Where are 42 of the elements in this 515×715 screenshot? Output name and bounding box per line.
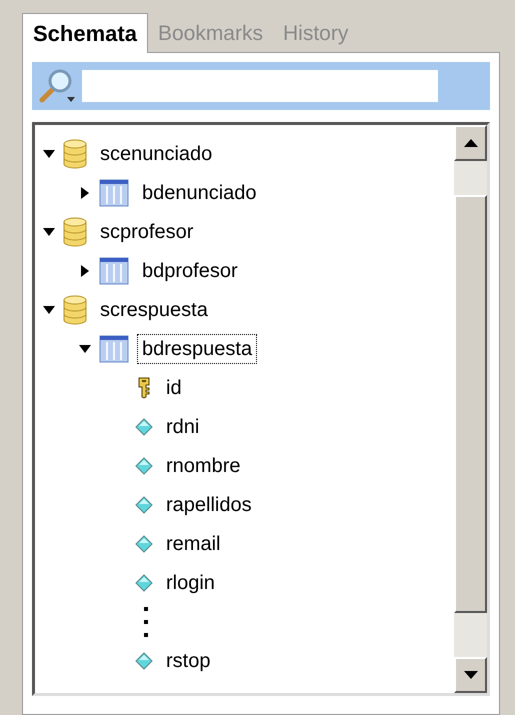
down-arrow-icon xyxy=(464,671,478,679)
expand-caret-icon[interactable] xyxy=(79,264,91,276)
table-icon xyxy=(99,256,129,286)
scroll-down-button[interactable] xyxy=(454,657,487,693)
up-arrow-icon xyxy=(464,139,478,147)
column-icon xyxy=(135,652,153,670)
tree-item[interactable]: rapellidos xyxy=(161,490,257,520)
table-icon xyxy=(99,334,129,364)
tree-item[interactable]: id xyxy=(161,372,187,402)
column-icon xyxy=(135,496,153,514)
table-icon xyxy=(99,178,129,208)
search-field[interactable] xyxy=(82,70,438,102)
tree-item[interactable]: screspuesta xyxy=(95,294,213,324)
key-icon xyxy=(137,376,151,398)
tree-item[interactable]: rstop xyxy=(161,646,216,676)
tree-item[interactable]: remail xyxy=(161,528,226,558)
tree-item[interactable]: rdni xyxy=(161,412,204,442)
column-icon xyxy=(135,534,153,552)
scroll-thumb[interactable] xyxy=(454,195,487,613)
database-icon xyxy=(63,294,87,324)
tree-item[interactable]: scenunciado xyxy=(95,138,218,168)
ellipsis-icon xyxy=(143,604,149,638)
expand-caret-icon[interactable] xyxy=(79,186,91,198)
database-icon xyxy=(63,216,87,246)
collapse-caret-icon[interactable] xyxy=(43,226,55,238)
tree-item[interactable]: rnombre xyxy=(161,450,246,480)
tab[interactable]: Schemata xyxy=(22,13,148,53)
column-icon xyxy=(135,456,153,474)
tree-item[interactable]: bdprofesor xyxy=(137,256,243,286)
collapse-caret-icon[interactable] xyxy=(43,304,55,316)
tree-item[interactable]: scprofesor xyxy=(95,216,198,246)
search-icon[interactable] xyxy=(38,68,76,104)
column-icon xyxy=(135,574,153,592)
column-icon xyxy=(135,418,153,436)
collapse-caret-icon[interactable] xyxy=(43,148,55,160)
tree-item[interactable]: bdenunciado xyxy=(137,178,262,208)
scrollbar[interactable] xyxy=(454,125,487,693)
tree-item[interactable]: bdrespuesta xyxy=(137,334,258,364)
collapse-caret-icon[interactable] xyxy=(79,342,91,354)
tree-item[interactable]: rlogin xyxy=(161,568,220,598)
database-icon xyxy=(63,138,87,168)
scroll-up-button[interactable] xyxy=(454,125,487,161)
